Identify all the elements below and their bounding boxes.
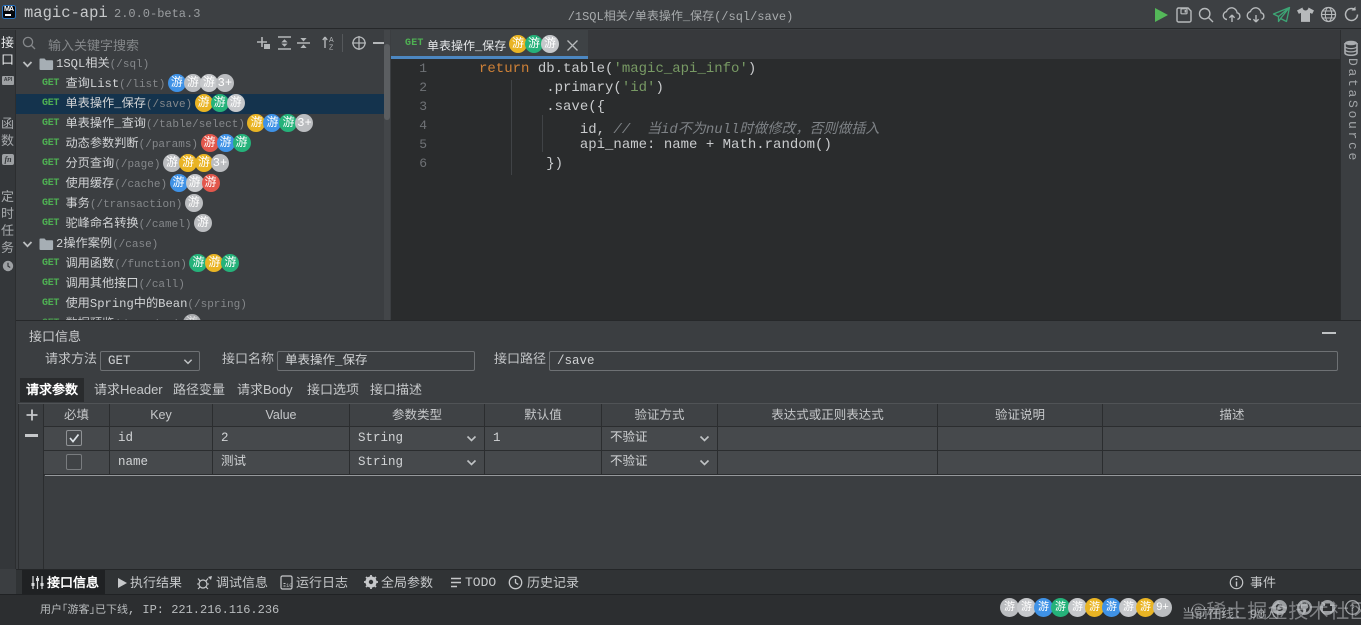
svg-text:Z: Z [329,45,334,52]
svg-text:10: 10 [286,582,293,589]
svg-text:A: A [329,37,334,44]
